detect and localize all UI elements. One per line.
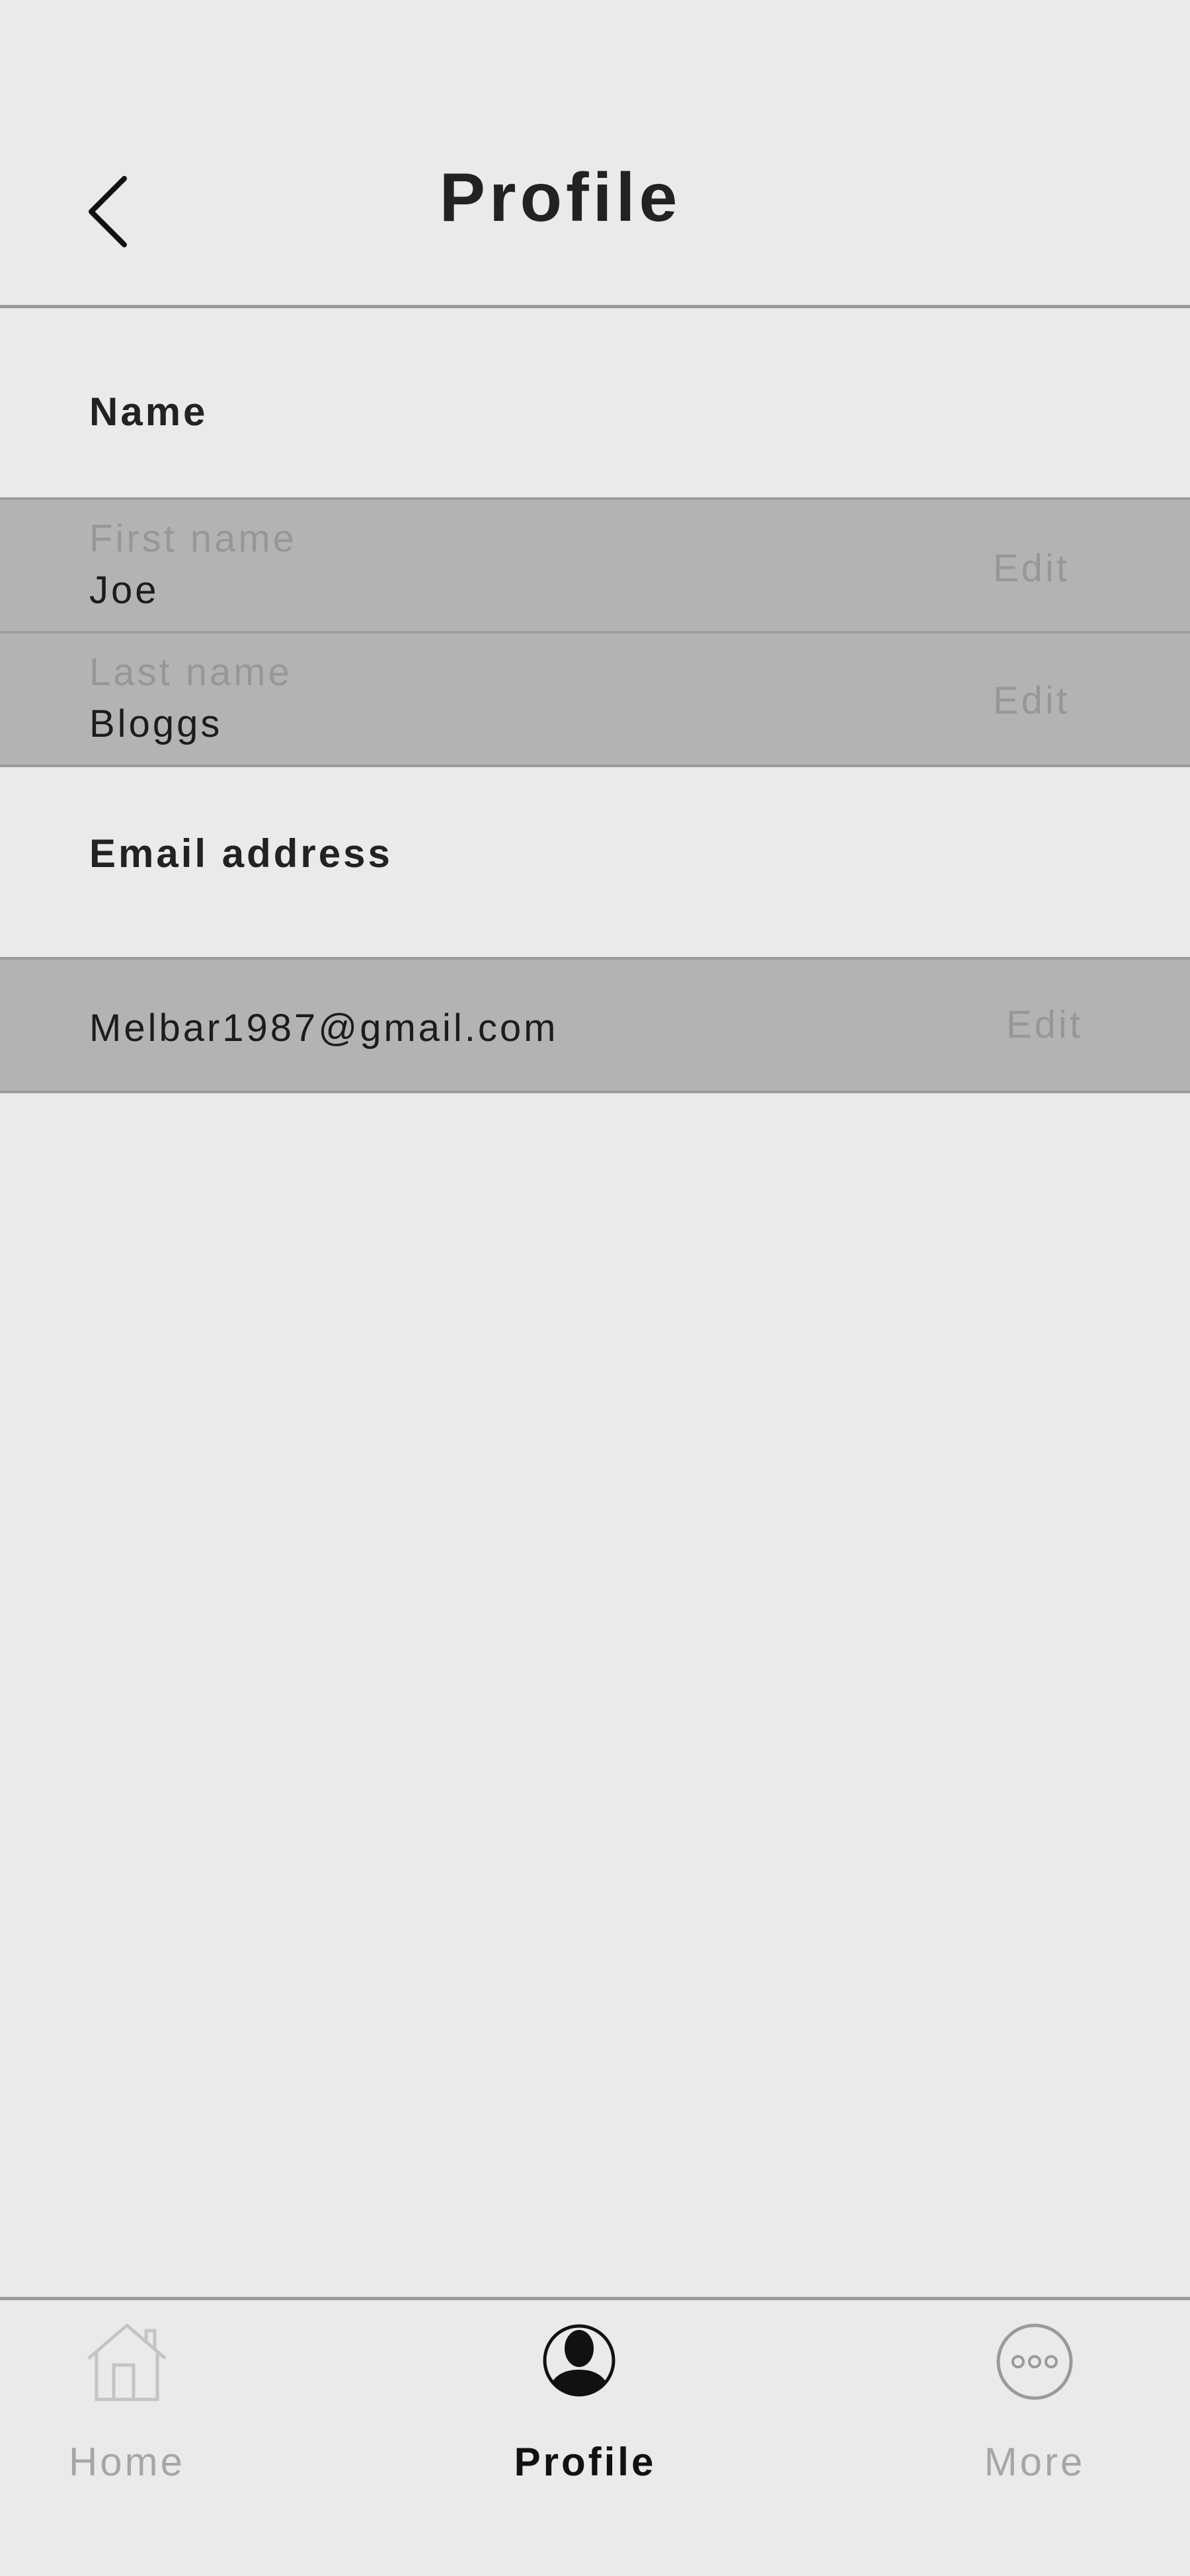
last-name-label: Last name: [89, 651, 292, 694]
tab-home-label: Home: [68, 2440, 186, 2484]
last-name-value: Bloggs: [89, 702, 223, 745]
email-edit-button[interactable]: Edit: [1006, 1003, 1083, 1047]
profile-screen: Profile Name First name Joe Edit Last na…: [0, 0, 1190, 2576]
last-name-row[interactable]: Last name Bloggs Edit: [0, 631, 1190, 767]
name-section-heading: Name: [89, 390, 208, 434]
more-icon: [996, 2323, 1073, 2400]
page-title: Profile: [439, 159, 682, 236]
first-name-edit-button[interactable]: Edit: [993, 546, 1070, 591]
home-icon: [87, 2323, 167, 2401]
last-name-edit-button[interactable]: Edit: [993, 679, 1070, 723]
user-icon: [543, 2324, 615, 2397]
email-row[interactable]: Melbar1987@gmail.com Edit: [0, 957, 1190, 1093]
first-name-row[interactable]: First name Joe Edit: [0, 497, 1190, 634]
tab-profile-label: Profile: [514, 2440, 656, 2484]
bottom-tab-bar: Home Profile More: [0, 2297, 1190, 2576]
tab-more-label: More: [984, 2440, 1086, 2484]
tab-home[interactable]: Home: [28, 2300, 226, 2499]
email-value: Melbar1987@gmail.com: [89, 1007, 559, 1050]
first-name-value: Joe: [89, 569, 159, 612]
tab-profile[interactable]: Profile: [483, 2300, 688, 2499]
tab-more[interactable]: More: [939, 2300, 1130, 2499]
first-name-label: First name: [89, 517, 297, 560]
email-section-heading: Email address: [89, 831, 393, 876]
header: Profile: [0, 0, 1190, 308]
